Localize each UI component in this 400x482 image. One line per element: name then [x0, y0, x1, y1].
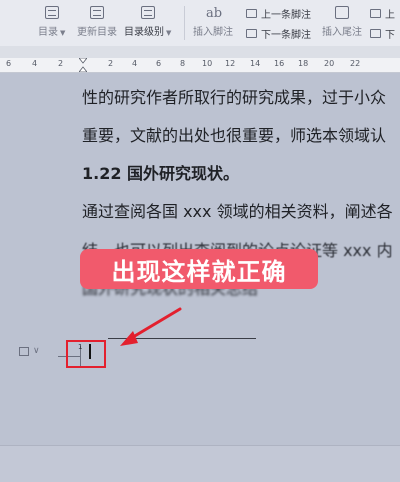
- annotation-arrow-icon: [120, 307, 182, 346]
- status-area: [0, 445, 400, 482]
